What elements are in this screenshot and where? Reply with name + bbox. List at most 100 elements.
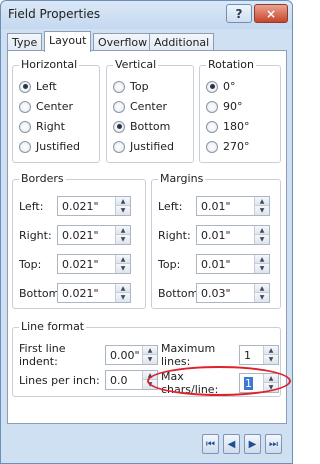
spin-up-icon[interactable]: ▲ xyxy=(255,197,269,206)
horizontal-center-option[interactable]: Center xyxy=(19,100,73,113)
radio-icon[interactable] xyxy=(113,80,125,93)
radio-icon[interactable] xyxy=(19,100,31,113)
spin-up-icon[interactable]: ▲ xyxy=(116,226,130,235)
spinner-value[interactable]: 0.01" xyxy=(201,229,231,242)
option-label: Bottom xyxy=(130,120,171,133)
first-line-indent-spinner[interactable]: 0.00" ▲ ▼ xyxy=(105,345,158,365)
horizontal-left-option[interactable]: Left xyxy=(19,80,57,93)
maximum-lines-label: Maximum lines: xyxy=(161,342,216,368)
borders-right-row: Right: 0.021" ▲ ▼ xyxy=(19,225,131,245)
spin-down-icon[interactable]: ▼ xyxy=(255,206,269,215)
margins-bottom-spinner[interactable]: 0.03" ▲ ▼ xyxy=(196,283,270,303)
radio-icon[interactable] xyxy=(206,100,218,113)
borders-left-row: Left: 0.021" ▲ ▼ xyxy=(19,196,131,216)
field-label: Top: xyxy=(19,257,42,271)
vertical-bottom-option[interactable]: Bottom xyxy=(113,120,170,133)
spin-up-icon[interactable]: ▲ xyxy=(255,255,269,264)
rotation-270-option[interactable]: 270° xyxy=(206,140,250,153)
radio-icon[interactable] xyxy=(19,120,31,133)
field-label: Right: xyxy=(19,228,52,242)
borders-left-spinner[interactable]: 0.021" ▲ ▼ xyxy=(57,196,131,216)
horizontal-group-title: Horizontal xyxy=(19,58,80,71)
spin-up-icon[interactable]: ▲ xyxy=(116,255,130,264)
rotation-90-option[interactable]: 90° xyxy=(206,100,243,113)
window-title: Field Properties xyxy=(8,7,101,21)
field-label: Bottom: xyxy=(158,286,203,300)
spinner-value[interactable]: 0.021" xyxy=(62,229,99,242)
tab-type[interactable]: Type xyxy=(7,33,43,51)
spin-up-icon[interactable]: ▲ xyxy=(116,284,130,293)
spinner-value[interactable]: 0.03" xyxy=(201,287,231,300)
rotation-180-option[interactable]: 180° xyxy=(206,120,250,133)
spin-down-icon[interactable]: ▼ xyxy=(116,235,130,244)
margins-left-spinner[interactable]: 0.01" ▲ ▼ xyxy=(196,196,270,216)
spin-up-icon[interactable]: ▲ xyxy=(264,346,278,355)
maximum-lines-spinner[interactable]: 1 ▲ ▼ xyxy=(239,345,279,365)
rotation-0-option[interactable]: 0° xyxy=(206,80,236,93)
spinner-value[interactable]: 0.01" xyxy=(201,200,231,213)
borders-right-spinner[interactable]: 0.021" ▲ ▼ xyxy=(57,225,131,245)
option-label: 90° xyxy=(223,100,243,113)
spin-up-icon[interactable]: ▲ xyxy=(255,284,269,293)
margins-top-row: Top: 0.01" ▲ ▼ xyxy=(158,254,270,274)
horizontal-right-option[interactable]: Right xyxy=(19,120,65,133)
borders-group-title: Borders xyxy=(19,172,66,185)
spinner-value[interactable]: 1 xyxy=(244,349,251,362)
margins-right-spinner[interactable]: 0.01" ▲ ▼ xyxy=(196,225,270,245)
previous-record-button[interactable]: ◀ xyxy=(223,434,240,454)
radio-icon[interactable] xyxy=(19,80,31,93)
spin-down-icon[interactable]: ▼ xyxy=(116,264,130,273)
first-icon: ⏮ xyxy=(206,438,215,450)
borders-bottom-spinner[interactable]: 0.021" ▲ ▼ xyxy=(57,283,131,303)
spin-down-icon[interactable]: ▼ xyxy=(255,264,269,273)
spin-down-icon[interactable]: ▼ xyxy=(143,355,157,364)
vertical-center-option[interactable]: Center xyxy=(113,100,167,113)
spinner-value[interactable]: 0.021" xyxy=(62,200,99,213)
spin-up-icon[interactable]: ▲ xyxy=(255,226,269,235)
radio-icon[interactable] xyxy=(206,80,218,93)
vertical-group-title: Vertical xyxy=(113,58,159,71)
spinner-value[interactable]: 0.021" xyxy=(62,258,99,271)
spinner-value[interactable]: 0.0 xyxy=(110,374,128,387)
radio-icon[interactable] xyxy=(206,120,218,133)
spin-up-icon[interactable]: ▲ xyxy=(143,346,157,355)
spin-down-icon[interactable]: ▼ xyxy=(116,206,130,215)
radio-icon[interactable] xyxy=(113,140,125,153)
spin-down-icon[interactable]: ▼ xyxy=(264,355,278,364)
next-record-button[interactable]: ▶ xyxy=(244,434,261,454)
spin-up-icon[interactable]: ▲ xyxy=(116,197,130,206)
spinner-value[interactable]: 0.01" xyxy=(201,258,231,271)
last-record-button[interactable]: ⏭ xyxy=(265,434,282,454)
tab-additional[interactable]: Additional xyxy=(149,33,215,51)
spin-down-icon[interactable]: ▼ xyxy=(255,235,269,244)
spinner-value[interactable]: 0.00" xyxy=(110,349,140,362)
radio-icon[interactable] xyxy=(113,100,125,113)
option-label: Center xyxy=(36,100,74,113)
spin-down-icon[interactable]: ▼ xyxy=(116,293,130,302)
borders-top-spinner[interactable]: 0.021" ▲ ▼ xyxy=(57,254,131,274)
tab-layout[interactable]: Layout xyxy=(44,31,92,52)
radio-icon[interactable] xyxy=(113,120,125,133)
borders-bottom-row: Bottom: 0.021" ▲ ▼ xyxy=(19,283,131,303)
vertical-top-option[interactable]: Top xyxy=(113,80,149,93)
spin-down-icon[interactable]: ▼ xyxy=(255,293,269,302)
field-label: Bottom: xyxy=(19,286,64,300)
radio-icon[interactable] xyxy=(19,140,31,153)
borders-group: Borders Left: 0.021" ▲ ▼ Right: 0.021" ▲ ▼… xyxy=(12,172,146,309)
margins-left-row: Left: 0.01" ▲ ▼ xyxy=(158,196,270,216)
vertical-justified-option[interactable]: Justified xyxy=(113,140,174,153)
tab-overflow[interactable]: Overflow xyxy=(93,33,153,51)
spinner-value[interactable]: 0.021" xyxy=(62,287,99,300)
horizontal-justified-option[interactable]: Justified xyxy=(19,140,80,153)
radio-icon[interactable] xyxy=(206,140,218,153)
close-button[interactable]: × xyxy=(254,4,288,23)
field-properties-dialog: Field Properties ? × Type Layout Overflo… xyxy=(0,0,293,464)
lines-per-inch-row: Lines per inch: 0.0 ▲ ▼ xyxy=(19,370,158,390)
first-record-button[interactable]: ⏮ xyxy=(202,434,219,454)
margins-top-spinner[interactable]: 0.01" ▲ ▼ xyxy=(196,254,270,274)
option-label: Justified xyxy=(36,140,80,153)
option-label: Right xyxy=(36,120,65,133)
help-button[interactable]: ? xyxy=(226,4,252,23)
previous-icon: ◀ xyxy=(227,438,236,450)
field-label: Left: xyxy=(19,199,44,213)
